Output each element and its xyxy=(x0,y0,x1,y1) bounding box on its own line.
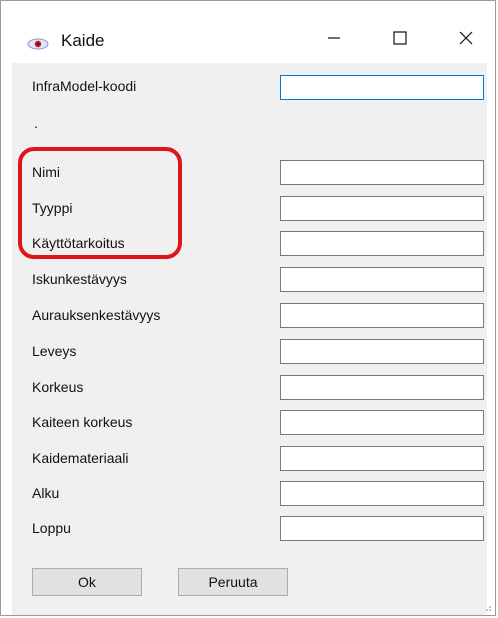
separator-dot: . xyxy=(34,115,38,131)
field-input-kayttotarkoitus[interactable] xyxy=(280,231,484,256)
cancel-button[interactable]: Peruuta xyxy=(178,568,288,596)
field-input-iskunkestavyys[interactable] xyxy=(280,267,484,292)
close-button[interactable] xyxy=(443,23,489,53)
inframodel-code-input[interactable] xyxy=(280,75,484,100)
inframodel-code-label: InfraModel-koodi xyxy=(32,78,137,94)
minimize-button[interactable] xyxy=(311,23,357,53)
resize-grip-icon[interactable] xyxy=(482,602,492,612)
field-label-loppu: Loppu xyxy=(32,520,71,536)
field-input-kaiteen-korkeus[interactable] xyxy=(280,410,484,435)
title-bar[interactable]: Kaide xyxy=(1,1,495,55)
eye-icon xyxy=(27,38,49,50)
field-input-tyyppi[interactable] xyxy=(280,196,484,221)
field-label-kaiteen-korkeus: Kaiteen korkeus xyxy=(32,414,133,430)
field-label-kayttotarkoitus: Käyttötarkoitus xyxy=(32,235,125,251)
close-icon xyxy=(459,31,473,45)
field-label-tyyppi: Tyyppi xyxy=(32,200,73,216)
field-label-alku: Alku xyxy=(32,485,60,501)
maximize-button[interactable] xyxy=(377,23,423,53)
field-label-nimi: Nimi xyxy=(32,164,60,180)
field-label-kaidemateriaali: Kaidemateriaali xyxy=(32,450,129,466)
window-title: Kaide xyxy=(61,31,105,50)
dialog-body: InfraModel-koodi . Nimi Tyyppi Käyttötar… xyxy=(12,63,487,615)
maximize-icon xyxy=(393,31,407,45)
field-input-aurauksenkestavyys[interactable] xyxy=(280,303,484,328)
field-input-nimi[interactable] xyxy=(280,160,484,185)
minimize-icon xyxy=(328,37,340,39)
field-input-leveys[interactable] xyxy=(280,339,484,364)
field-label-leveys: Leveys xyxy=(32,343,77,359)
field-input-alku[interactable] xyxy=(280,481,484,506)
field-input-loppu[interactable] xyxy=(280,516,484,541)
kaide-dialog: Kaide InfraModel-koodi . Nimi Tyyppi Käy… xyxy=(0,0,496,616)
field-label-iskunkestavyys: Iskunkestävyys xyxy=(32,271,127,287)
field-label-korkeus: Korkeus xyxy=(32,379,84,395)
field-input-korkeus[interactable] xyxy=(280,375,484,400)
ok-button[interactable]: Ok xyxy=(32,568,142,596)
field-input-kaidemateriaali[interactable] xyxy=(280,446,484,471)
field-label-aurauksenkestavyys: Aurauksenkestävyys xyxy=(32,307,161,323)
